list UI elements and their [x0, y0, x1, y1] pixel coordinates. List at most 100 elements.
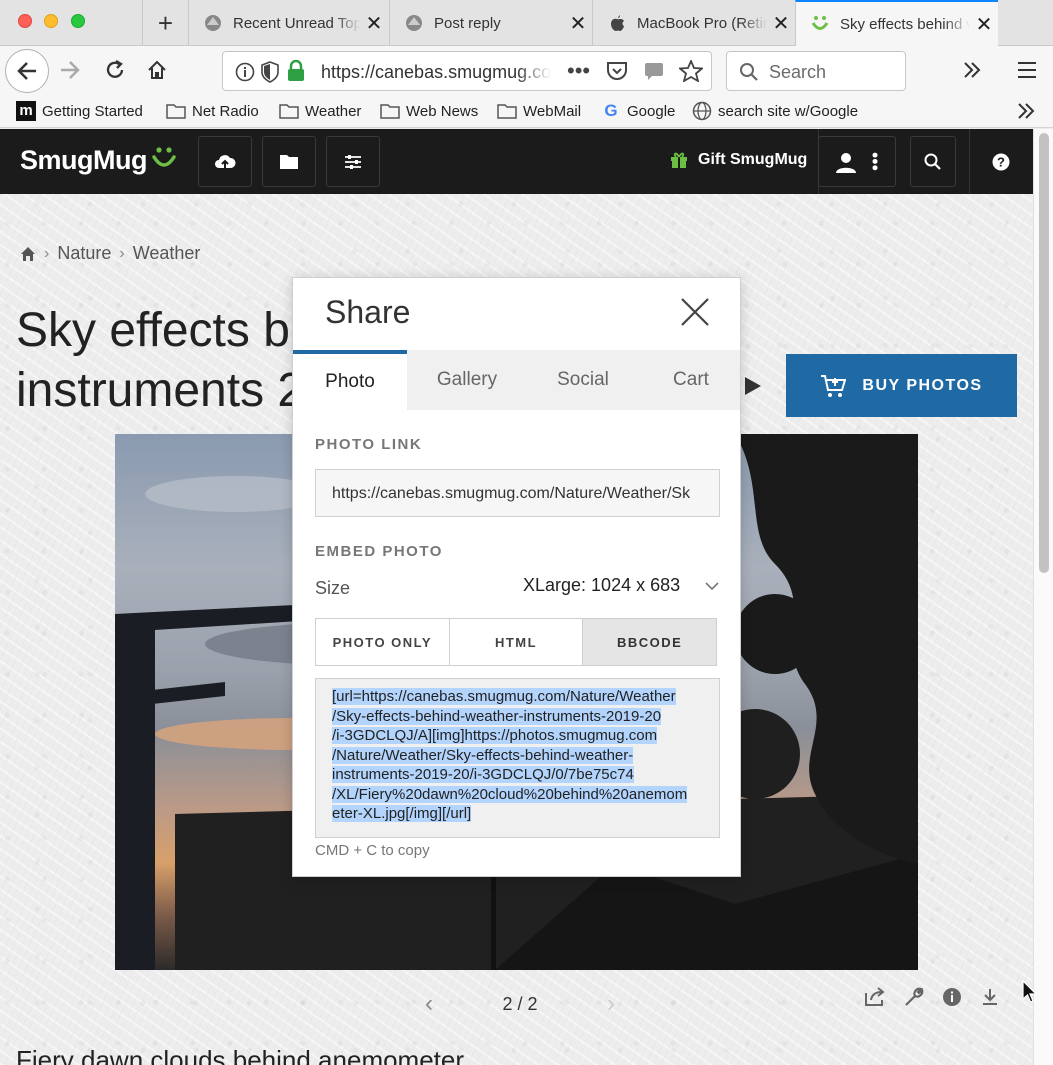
bookmark-weather[interactable]: Weather — [279, 102, 361, 120]
wrench-icon[interactable] — [904, 987, 924, 1007]
embed-code-line: /Nature/Weather/Sky-effects-behind-weath… — [332, 746, 634, 764]
bookmark-google[interactable]: G Google — [601, 101, 675, 120]
chevron-right-icon: › — [119, 244, 125, 262]
breadcrumb: › Nature › Weather — [20, 243, 200, 264]
help-icon: ? — [992, 153, 1010, 170]
embed-tab-bbcode[interactable]: BBCODE — [583, 619, 717, 665]
app-menu-button[interactable] — [1007, 50, 1047, 90]
page-scrollbar[interactable] — [1033, 129, 1053, 1065]
info-icon[interactable] — [942, 987, 962, 1007]
double-chevron-right-icon — [1018, 103, 1035, 119]
search-icon — [740, 63, 758, 81]
tab-photo[interactable]: Photo — [293, 350, 407, 410]
close-tab-icon[interactable]: ✕ — [970, 12, 998, 37]
tab-post-reply[interactable]: Post reply ✕ — [389, 0, 592, 46]
tracking-shield-icon[interactable] — [261, 61, 279, 83]
forward-button[interactable] — [50, 50, 90, 90]
hamburger-menu-icon — [1018, 62, 1036, 78]
close-dialog-button[interactable] — [677, 294, 713, 330]
tab-sky-effects[interactable]: Sky effects behind weather ✕ — [795, 0, 998, 46]
logo-text: SmugMug — [20, 145, 147, 175]
bookmarks-toolbar: m Getting Started Net Radio Weather Web … — [0, 96, 1053, 128]
folder-icon — [280, 155, 298, 169]
close-window-button[interactable] — [18, 14, 32, 28]
chevron-right-icon: › — [44, 244, 50, 262]
embed-code-line: instruments-2019-20/i-3GDCLQJ/0/7be75c74 — [332, 766, 634, 783]
address-bar[interactable]: https://canebas.smugmug.com ••• — [222, 51, 712, 91]
reader-chat-icon[interactable] — [643, 61, 665, 81]
help-button[interactable]: ? — [978, 136, 1024, 187]
organize-button[interactable] — [262, 136, 316, 187]
tab-gallery[interactable]: Gallery — [413, 350, 521, 410]
smugmug-smile-icon — [152, 146, 176, 167]
tab-cart[interactable]: Cart — [643, 350, 739, 410]
mozilla-icon: m — [16, 101, 36, 121]
close-tab-icon[interactable]: ✕ — [564, 11, 592, 36]
share-tabs: Photo Gallery Social Cart — [293, 350, 740, 410]
bookmark-star-icon[interactable] — [679, 60, 703, 82]
bookmark-net-radio[interactable]: Net Radio — [166, 102, 259, 120]
bookmark-search-site[interactable]: search site w/Google — [692, 101, 858, 121]
bookmark-label: Web News — [406, 102, 479, 120]
close-tab-icon[interactable]: ✕ — [767, 11, 795, 36]
page-actions-icon[interactable]: ••• — [567, 58, 590, 84]
previous-photo-icon[interactable]: ‹ — [425, 990, 433, 1018]
url-text[interactable]: https://canebas.smugmug.com — [321, 62, 551, 83]
next-photo-icon[interactable]: › — [607, 990, 615, 1018]
embed-tab-html[interactable]: HTML — [450, 619, 584, 665]
size-select[interactable]: XLarge: 1024 x 683 — [523, 575, 719, 596]
home-button[interactable] — [137, 50, 177, 90]
reload-button[interactable] — [95, 50, 135, 90]
breadcrumb-weather[interactable]: Weather — [133, 243, 201, 264]
double-chevron-right-icon — [964, 62, 981, 78]
slideshow-play-button[interactable] — [742, 376, 762, 401]
lock-icon[interactable] — [287, 60, 305, 82]
photo-link-field[interactable]: https://canebas.smugmug.com/Nature/Weath… — [315, 469, 720, 517]
tab-macbook-pro[interactable]: MacBook Pro (Retina ✕ — [592, 0, 795, 46]
bookmark-web-news[interactable]: Web News — [380, 102, 478, 120]
back-button[interactable] — [5, 49, 49, 93]
photo-link-label: PHOTO LINK — [315, 436, 423, 453]
account-menu-button[interactable]: ••• — [818, 136, 896, 187]
pocket-icon[interactable] — [606, 61, 628, 81]
browser-toolbar: https://canebas.smugmug.com ••• Search — [0, 46, 1053, 96]
download-icon[interactable] — [980, 987, 1000, 1007]
smugmug-logo[interactable]: SmugMug — [20, 145, 177, 176]
minimize-window-button[interactable] — [44, 14, 58, 28]
customize-button[interactable] — [326, 136, 380, 187]
zoom-window-button[interactable] — [71, 14, 85, 28]
info-icon[interactable] — [235, 62, 255, 82]
embed-code-line: /XL/Fiery%20dawn%20cloud%20behind%20anem… — [332, 785, 688, 803]
overflow-toolbar-button[interactable] — [952, 50, 992, 90]
bookmarks-overflow-button[interactable] — [1016, 101, 1036, 121]
home-icon[interactable] — [20, 246, 36, 262]
bookmark-webmail[interactable]: WebMail — [497, 102, 581, 120]
scrollbar-thumb[interactable] — [1039, 133, 1049, 573]
close-tab-icon[interactable]: ✕ — [360, 11, 388, 36]
new-tab-button[interactable]: + — [142, 0, 188, 46]
search-icon — [924, 153, 941, 170]
tab-title: Post reply — [434, 14, 501, 32]
tab-social[interactable]: Social — [533, 350, 633, 410]
bookmark-getting-started[interactable]: m Getting Started — [16, 101, 143, 121]
search-placeholder: Search — [769, 62, 827, 82]
home-icon — [148, 60, 166, 79]
gift-smugmug-link[interactable]: Gift SmugMug — [670, 151, 807, 169]
breadcrumb-nature[interactable]: Nature — [57, 243, 111, 264]
chevron-down-icon — [705, 581, 719, 590]
share-dialog-title: Share — [325, 294, 411, 330]
embed-code-textarea[interactable]: [url=https://canebas.smugmug.com/Nature/… — [315, 678, 720, 838]
share-icon[interactable] — [864, 987, 886, 1007]
header-search-button[interactable] — [910, 136, 956, 187]
photo-pager: ‹ 2 / 2 › — [425, 989, 615, 1019]
tab-recent-unread[interactable]: Recent Unread Topics ✕ — [188, 0, 388, 46]
search-bar[interactable]: Search — [726, 51, 906, 91]
buy-photos-button[interactable]: BUY PHOTOS — [786, 354, 1017, 417]
globe-icon — [692, 101, 712, 121]
tab-title: Sky effects behind weather — [840, 15, 970, 33]
apple-icon — [607, 13, 627, 33]
cart-icon — [821, 374, 847, 397]
tab-title: Recent Unread Topics — [233, 14, 360, 32]
embed-tab-photo-only[interactable]: PHOTO ONLY — [316, 619, 450, 665]
upload-button[interactable] — [198, 136, 252, 187]
